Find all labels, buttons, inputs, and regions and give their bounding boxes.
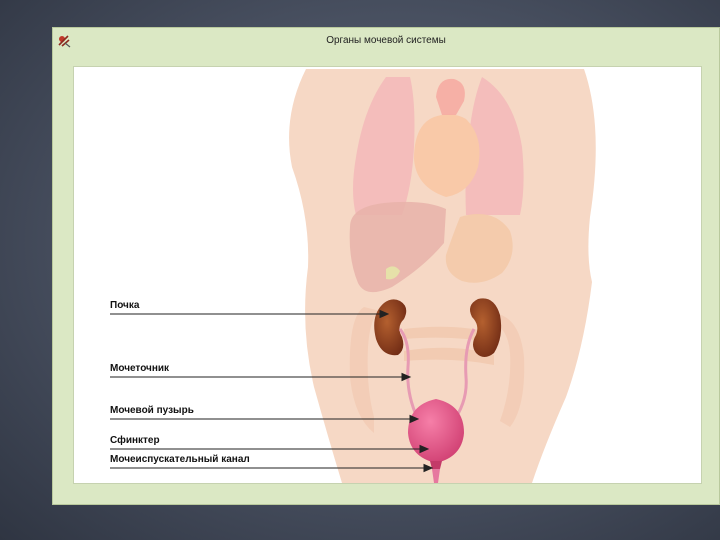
label-ureter: Мочеточник	[110, 363, 170, 374]
label-bladder: Мочевой пузырь	[110, 405, 194, 416]
window-title: Органы мочевой системы	[326, 35, 446, 46]
app-window: Органы мочевой системы Почка Мочеточник …	[52, 27, 720, 505]
label-kidney: Почка	[110, 300, 140, 311]
diagram-canvas: Почка Мочеточник Мочевой пузырь Сфинктер…	[73, 66, 702, 484]
label-urethra: Мочеиспускательный канал	[110, 454, 250, 465]
anatomy-illustration	[110, 69, 596, 483]
label-sphincter: Сфинктер	[110, 435, 160, 446]
app-emblem-icon	[58, 35, 71, 48]
title-bar: Органы мочевой системы	[53, 28, 719, 53]
